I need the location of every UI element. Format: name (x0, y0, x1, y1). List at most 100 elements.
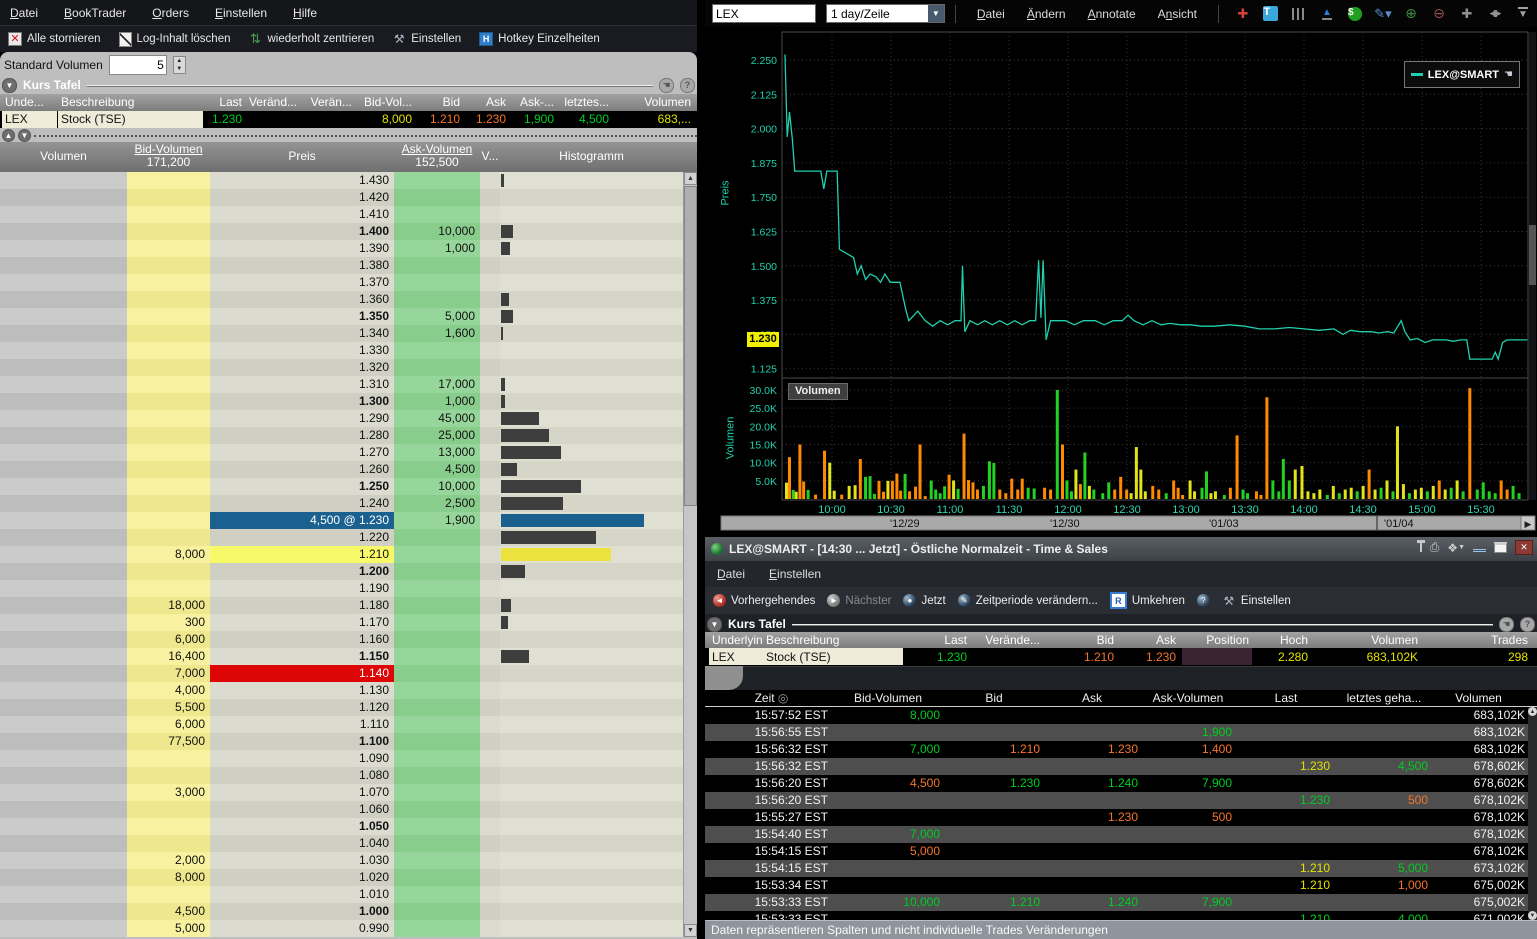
ladder-askv-cell[interactable] (394, 648, 480, 665)
tns-scrollbar[interactable]: ▲ ▼ (1528, 707, 1537, 920)
export-icon[interactable]: ❖▼ (1447, 541, 1465, 555)
ladder-bidv-cell[interactable] (127, 801, 210, 818)
ladder-preis-cell[interactable]: 1.140 (210, 665, 394, 682)
ladder-row[interactable]: 7,0001.140 (0, 665, 683, 682)
ladder-preis-cell[interactable]: 1.130 (210, 682, 394, 699)
ladder-bidv-cell[interactable]: 300 (127, 614, 210, 631)
ladder-askv-cell[interactable] (394, 631, 480, 648)
ladder-preis-cell[interactable]: 1.120 (210, 699, 394, 716)
ladder-preis-cell[interactable]: 1.000 (210, 903, 394, 920)
ladder-preis-cell[interactable]: 1.090 (210, 750, 394, 767)
ladder-bidv-cell[interactable] (127, 172, 210, 189)
splitter-handle[interactable] (34, 135, 697, 137)
ladder-askv-cell[interactable] (394, 699, 480, 716)
ladder-header-volumen[interactable]: Volumen (0, 150, 127, 163)
ladder-preis-cell[interactable]: 1.280 (210, 427, 394, 444)
tns-toolbar-wrench2[interactable]: ⚒Einstellen (1222, 594, 1291, 608)
toolbar-item-clear-log[interactable]: Log-Inhalt löschen (119, 32, 231, 47)
ladder-preis-cell[interactable]: 1.430 (210, 172, 394, 189)
hand-icon[interactable]: ☚ (659, 78, 674, 93)
ladder-bidv-cell[interactable]: 18,000 (127, 597, 210, 614)
ladder-askv-cell[interactable] (394, 852, 480, 869)
tns-col-header-av[interactable]: Ask-Volumen (1144, 690, 1232, 706)
ladder-askv-cell[interactable]: 17,000 (394, 376, 480, 393)
ladder-bidv-cell[interactable] (127, 886, 210, 903)
ladder-row[interactable]: 8,0001.210 (0, 546, 683, 563)
ladder-preis-cell[interactable]: 1.020 (210, 869, 394, 886)
ladder-row[interactable]: 1.27013,000 (0, 444, 683, 461)
toolbar-item-cancel-all[interactable]: ✕Alle stornieren (8, 32, 101, 46)
ladder-row[interactable]: 1.080 (0, 767, 683, 784)
ladder-row[interactable]: 6,0001.160 (0, 631, 683, 648)
tns-titlebar[interactable]: LEX@SMART - [14:30 ... Jetzt] - Östliche… (705, 537, 1537, 561)
ladder-preis-cell[interactable]: 1.070 (210, 784, 394, 801)
ladder-row[interactable]: 5,0000.990 (0, 920, 683, 937)
draw-tool-icon[interactable]: ✎▾ (1372, 5, 1394, 23)
ladder-bidv-cell[interactable] (127, 512, 210, 529)
ladder-preis-cell[interactable]: 1.170 (210, 614, 394, 631)
ladder-askv-cell[interactable]: 1,900 (394, 512, 480, 529)
ladder-askv-cell[interactable] (394, 733, 480, 750)
tns-toolbar-timeperiod[interactable]: ✎Zeitperiode verändern... (958, 594, 1098, 607)
ladder-row[interactable]: 1.060 (0, 801, 683, 818)
price-display-icon[interactable]: $ (1344, 5, 1366, 23)
ladder-bidv-cell[interactable] (127, 495, 210, 512)
ladder-askv-cell[interactable]: 1,600 (394, 325, 480, 342)
tns-toolbar-help[interactable]: ? (1197, 594, 1210, 607)
scrollbar-thumb[interactable] (684, 186, 697, 506)
ladder-preis-cell[interactable]: 1.360 (210, 291, 394, 308)
ladder-askv-cell[interactable] (394, 903, 480, 920)
zoom-in-icon[interactable]: ⊕ (1400, 5, 1422, 23)
ladder-bidv-cell[interactable] (127, 393, 210, 410)
help-icon[interactable]: ? (680, 78, 695, 93)
tns-quote-col-header[interactable]: Underlying (709, 632, 763, 649)
ladder-bidv-cell[interactable] (127, 563, 210, 580)
quote-col-header[interactable]: Unde... (2, 94, 57, 111)
tns-col-header-last[interactable]: Last (1242, 690, 1330, 706)
ladder-row[interactable]: 1.2402,500 (0, 495, 683, 512)
sort-icon[interactable]: ◎ (775, 691, 789, 705)
ladder-bidv-cell[interactable] (127, 342, 210, 359)
ladder-bidv-cell[interactable]: 8,000 (127, 546, 210, 563)
chart-menu-datei[interactable]: Datei (977, 7, 1005, 21)
ladder-header-v[interactable]: V... (480, 150, 500, 163)
chart-menu-ansicht[interactable]: Ansicht (1158, 7, 1197, 21)
ladder-askv-cell[interactable] (394, 189, 480, 206)
ladder-askv-cell[interactable] (394, 920, 480, 937)
ladder-preis-cell[interactable]: 1.270 (210, 444, 394, 461)
quote-col-header[interactable]: letztes... (557, 94, 612, 111)
quote-cell-volumen[interactable]: 683,... (612, 111, 694, 128)
ladder-preis-cell[interactable]: 1.400 (210, 223, 394, 240)
ladder-row[interactable]: 1.3401,600 (0, 325, 683, 342)
ladder-preis-cell[interactable]: 0.990 (210, 920, 394, 937)
ladder-preis-cell[interactable]: 1.380 (210, 257, 394, 274)
tns-quote-col-header[interactable]: Trades (1424, 632, 1531, 649)
ladder-preis-cell[interactable]: 1.200 (210, 563, 394, 580)
tns-quote-cell-ask[interactable]: 1.230 (1120, 648, 1179, 665)
ladder-bidv-cell[interactable] (127, 257, 210, 274)
ladder-askv-cell[interactable] (394, 886, 480, 903)
tns-quote-cell-last[interactable]: 1.230 (903, 648, 970, 665)
tns-quote-col-header[interactable]: Bid (1046, 632, 1117, 649)
ladder-askv-cell[interactable] (394, 835, 480, 852)
ladder-askv-cell[interactable] (394, 869, 480, 886)
ladder-bidv-cell[interactable] (127, 240, 210, 257)
ladder-row[interactable]: 6,0001.110 (0, 716, 683, 733)
ladder-preis-cell[interactable]: 1.390 (210, 240, 394, 257)
ladder-bidv-cell[interactable] (127, 427, 210, 444)
ladder-row[interactable]: 1.200 (0, 563, 683, 580)
ladder-preis-cell[interactable]: 1.150 (210, 648, 394, 665)
ladder-bidv-cell[interactable]: 2,000 (127, 852, 210, 869)
print-icon[interactable]: ⎙ (1430, 540, 1440, 555)
chevron-down-icon[interactable]: ▼ (928, 5, 944, 22)
ladder-askv-cell[interactable]: 5,000 (394, 308, 480, 325)
quote-col-header[interactable]: Volumen (612, 94, 694, 111)
chart-menu-annotate[interactable]: Annotate (1088, 7, 1136, 21)
menu-datei[interactable]: Datei (10, 6, 38, 20)
move-chart-icon[interactable]: ✚ (1232, 5, 1254, 23)
ladder-preis-cell[interactable]: 1.010 (210, 886, 394, 903)
ladder-askv-cell[interactable] (394, 665, 480, 682)
tns-quote-cell-underlying[interactable]: LEX (709, 648, 763, 665)
quote-cell-ask[interactable]: 1.230 (463, 111, 509, 128)
tns-quote-cell-position[interactable] (1182, 648, 1252, 665)
